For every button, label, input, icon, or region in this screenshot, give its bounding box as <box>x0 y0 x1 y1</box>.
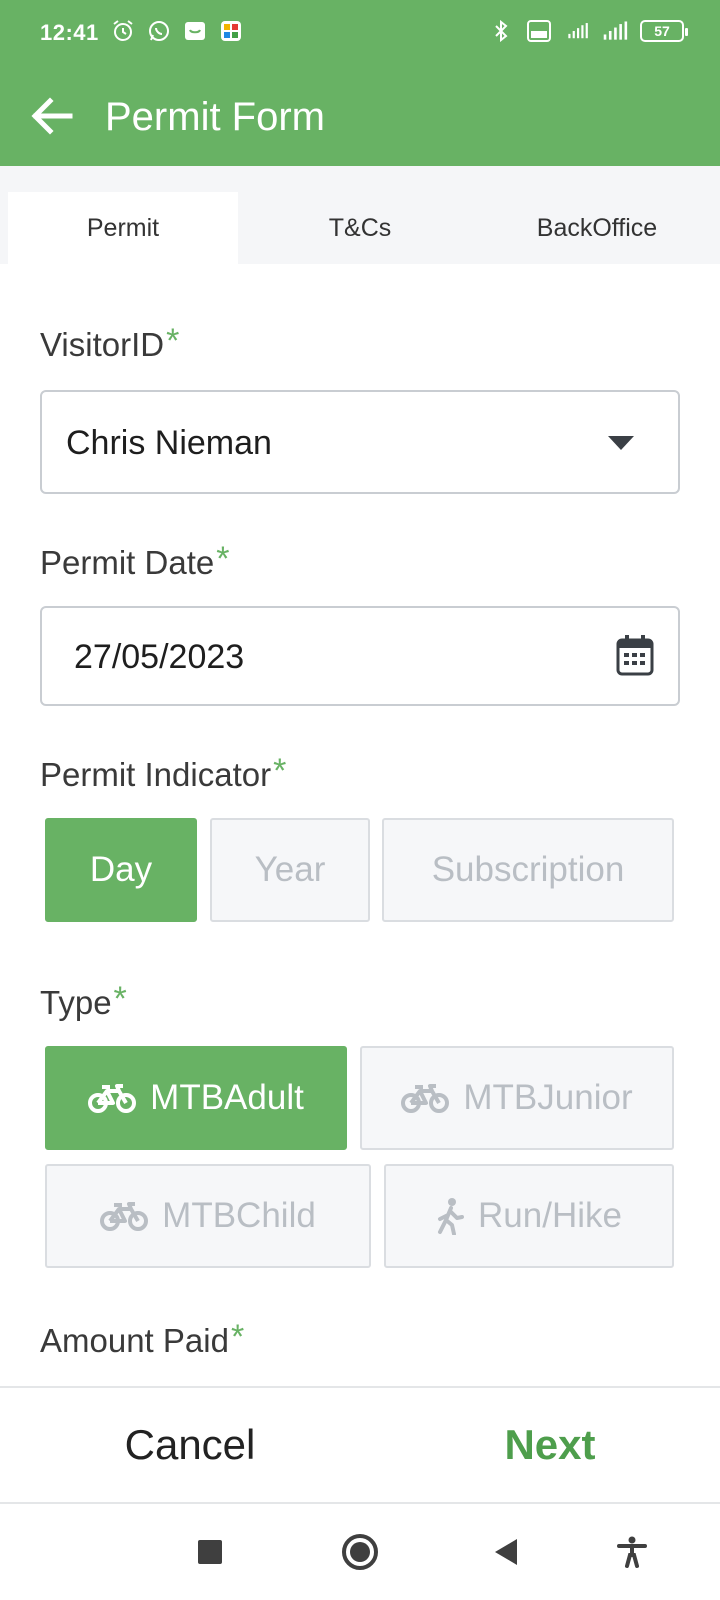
accessibility-button[interactable] <box>610 1532 654 1576</box>
amount-paid-label: Amount Paid* <box>40 1318 244 1361</box>
status-time: 12:41 <box>40 20 99 45</box>
app-bar: Permit Form <box>0 72 720 166</box>
calendar-icon[interactable] <box>616 634 654 681</box>
type-mtbchild-button[interactable]: MTBChild <box>45 1164 371 1268</box>
bicycle-icon <box>100 1201 149 1231</box>
system-nav-bar <box>0 1504 720 1600</box>
tab-bar: Permit T&Cs BackOffice <box>0 166 720 264</box>
whatsapp-icon <box>146 18 172 44</box>
walking-person-icon <box>436 1197 465 1235</box>
square-icon <box>197 1539 223 1570</box>
required-marker: * <box>273 752 287 790</box>
type-mtbadult-label: MTBAdult <box>150 1078 304 1117</box>
type-mtbchild-label: MTBChild <box>162 1196 316 1235</box>
home-circle-icon <box>341 1533 379 1576</box>
bluetooth-icon <box>488 18 514 44</box>
home-button[interactable] <box>338 1532 382 1576</box>
indicator-subscription-button[interactable]: Subscription <box>382 818 674 922</box>
type-mtbjunior-label: MTBJunior <box>463 1078 633 1117</box>
indicator-day-button[interactable]: Day <box>45 818 197 922</box>
status-notification-icons <box>110 18 244 44</box>
required-marker: * <box>166 322 180 360</box>
permit-date-value: 27/05/2023 <box>74 638 245 676</box>
status-system-icons: 57 <box>488 18 688 44</box>
action-bar: Cancel Next <box>0 1386 720 1504</box>
permit-indicator-label-text: Permit Indicator <box>40 756 272 793</box>
type-mtbadult-button[interactable]: MTBAdult <box>45 1046 347 1150</box>
required-marker: * <box>216 540 230 578</box>
visitor-label: VisitorID* <box>40 322 179 365</box>
tab-backoffice[interactable]: BackOffice <box>482 192 712 264</box>
type-label: Type* <box>40 980 127 1023</box>
signal-4g-icon <box>564 18 590 44</box>
type-mtbjunior-button[interactable]: MTBJunior <box>360 1046 674 1150</box>
grid-app-icon <box>218 18 244 44</box>
arrow-left-icon <box>30 96 74 141</box>
amount-paid-label-text: Amount Paid <box>40 1322 229 1359</box>
back-button[interactable] <box>22 88 82 148</box>
visitor-select[interactable]: Chris Nieman <box>40 390 680 494</box>
chevron-down-icon <box>608 436 634 455</box>
permit-date-field[interactable]: 27/05/2023 <box>40 606 680 706</box>
back-nav-button[interactable] <box>484 1532 528 1576</box>
required-marker: * <box>113 980 127 1018</box>
bicycle-icon <box>401 1083 450 1113</box>
type-runhike-label: Run/Hike <box>478 1196 622 1235</box>
visitor-label-text: VisitorID <box>40 326 165 363</box>
accessibility-icon <box>617 1536 647 1573</box>
status-bar: 12:41 57 <box>0 0 720 72</box>
tab-tcs[interactable]: T&Cs <box>245 192 475 264</box>
type-label-text: Type <box>40 984 112 1021</box>
volte-icon <box>526 18 552 44</box>
cancel-button[interactable]: Cancel <box>40 1388 340 1502</box>
permit-indicator-label: Permit Indicator* <box>40 752 286 795</box>
visitor-value: Chris Nieman <box>66 424 272 462</box>
triangle-back-icon <box>493 1538 519 1571</box>
permit-date-label: Permit Date* <box>40 540 229 583</box>
type-runhike-button[interactable]: Run/Hike <box>384 1164 674 1268</box>
battery-level: 57 <box>654 23 670 39</box>
next-button[interactable]: Next <box>400 1388 700 1502</box>
permit-date-label-text: Permit Date <box>40 544 215 581</box>
signal-icon <box>602 18 628 44</box>
tab-permit[interactable]: Permit <box>8 192 238 264</box>
page-title: Permit Form <box>105 95 325 139</box>
smile-app-icon <box>182 18 208 44</box>
alarm-icon <box>110 18 136 44</box>
required-marker: * <box>230 1318 245 1356</box>
recents-button[interactable] <box>188 1532 232 1576</box>
indicator-year-button[interactable]: Year <box>210 818 370 922</box>
battery-icon: 57 <box>640 20 688 42</box>
bicycle-icon <box>88 1083 137 1113</box>
